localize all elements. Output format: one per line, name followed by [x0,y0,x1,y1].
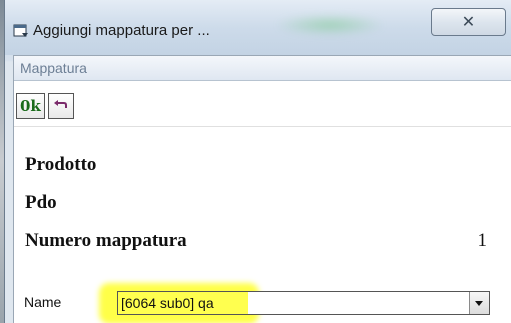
dialog-window: Aggiungi mappatura per ... ✕ Mappatura 0… [4,0,511,323]
chevron-down-icon [475,301,483,306]
panel-header: Mappatura [14,56,511,81]
undo-icon [54,100,67,108]
field-label-prodotto: Prodotto [25,154,97,175]
toolbar: 0k [14,81,511,127]
window-title: Aggiungi mappatura per ... [33,22,210,39]
close-button[interactable]: ✕ [431,8,506,36]
panel-header-label: Mappatura [20,60,87,76]
field-label-numero-mappatura: Numero mappatura [25,230,187,251]
title-bar[interactable]: Aggiungi mappatura per ... ✕ [5,0,511,55]
name-combobox-value: [6064 sub0] qa [121,295,214,311]
blurred-background-decoration [275,14,385,36]
divider [14,126,511,127]
name-label: Name [24,294,62,310]
ok-button-label: 0k [20,97,41,115]
dropdown-button[interactable] [469,292,489,314]
close-icon: ✕ [461,14,476,31]
undo-button[interactable] [48,93,74,119]
field-value-numero-mappatura: 1 [477,230,488,251]
field-label-pdo: Pdo [25,192,57,213]
ok-button[interactable]: 0k [16,93,45,119]
app-icon [13,24,28,37]
dialog-content: Mappatura 0k Prodotto Pdo Numero mappatu… [13,55,511,323]
name-combobox[interactable]: [6064 sub0] qa [117,291,490,315]
